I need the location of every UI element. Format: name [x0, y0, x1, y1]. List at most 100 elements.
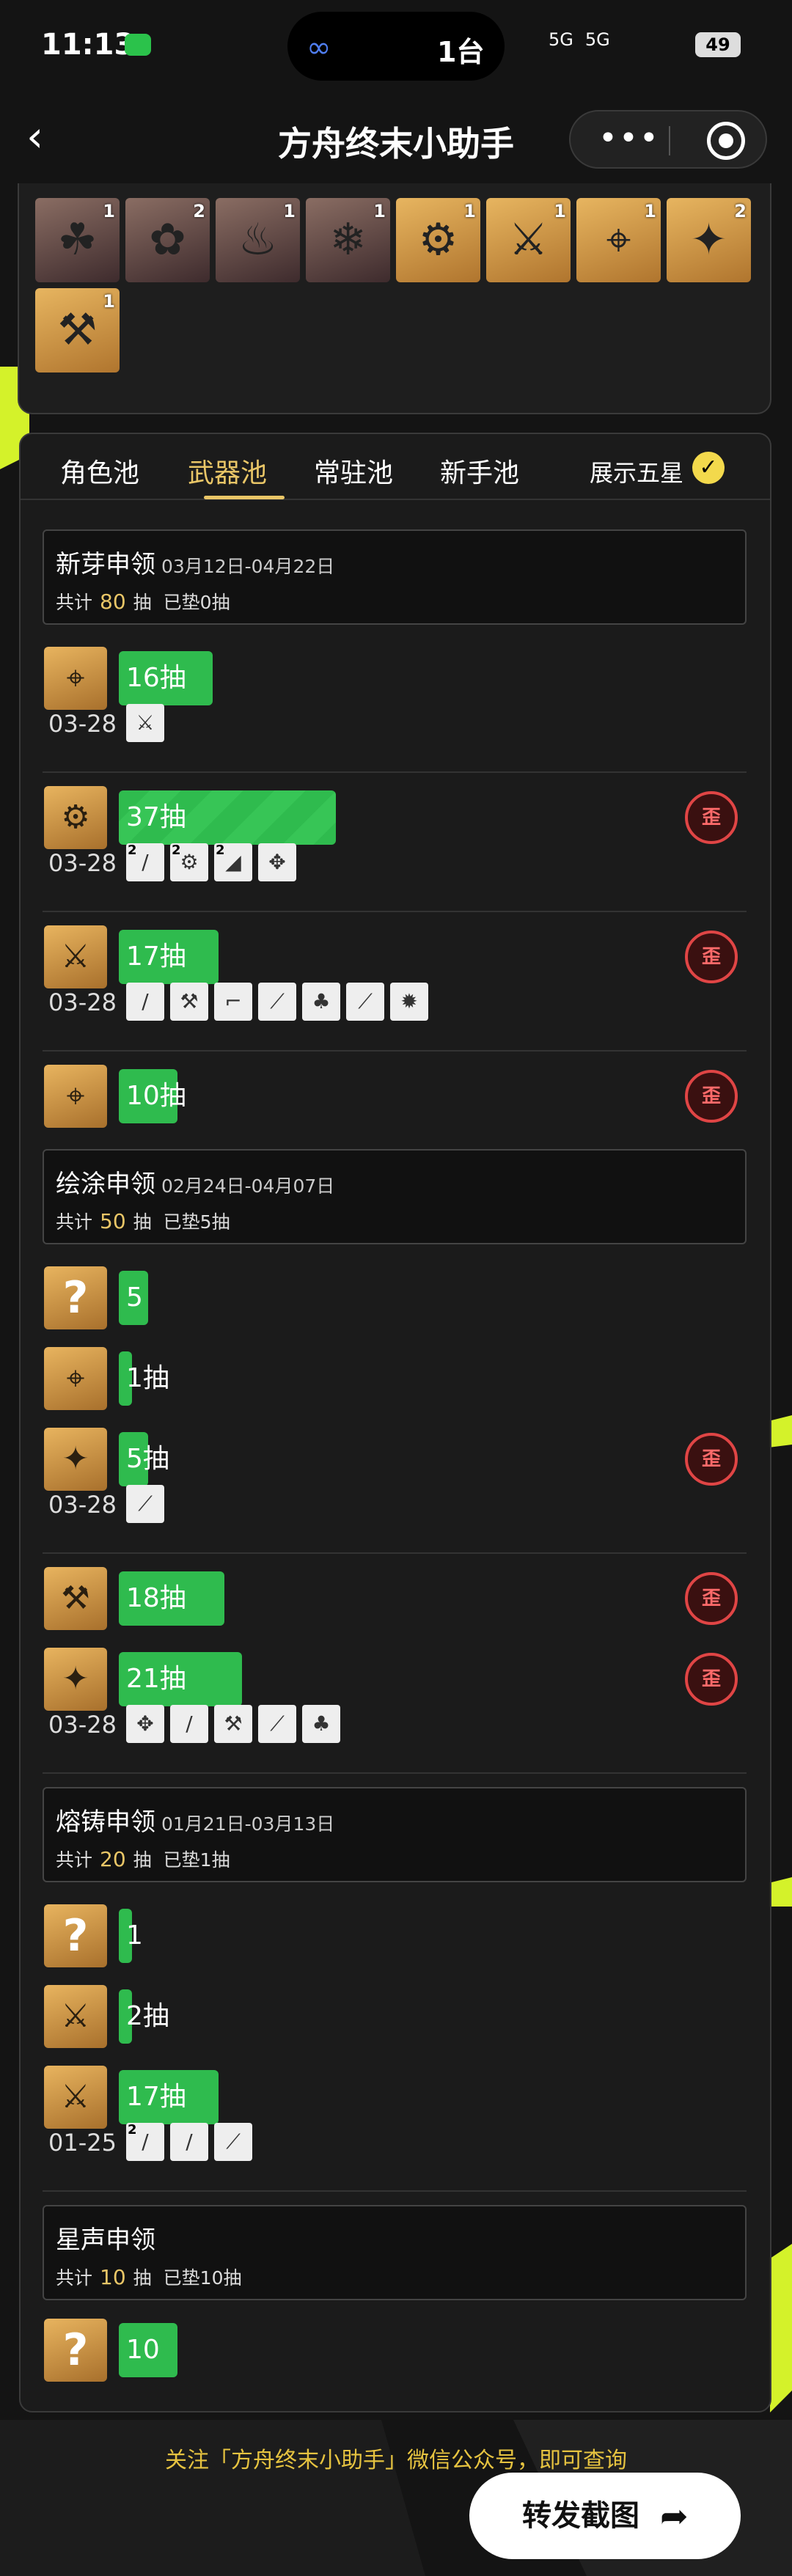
banner-stats: 共计 80 抽已垫0抽	[56, 588, 230, 614]
four-star-item-icon: /2	[126, 2123, 164, 2161]
weapon-icon[interactable]: ⚔	[44, 925, 107, 988]
mini-glyph: ✹	[400, 989, 418, 1013]
four-star-item-icon: ⚔	[126, 704, 164, 742]
off-banner-badge: 歪	[685, 1070, 738, 1123]
unknown-item-icon[interactable]: ?	[44, 1266, 107, 1329]
footer-note: 关注「方舟终末小助手」微信公众号，即可查询	[165, 2448, 627, 2473]
summary-tile[interactable]: ❄ 1	[306, 198, 390, 282]
weapon-icon[interactable]: ✦	[44, 1428, 107, 1491]
summary-tile[interactable]: ☘ 1	[35, 198, 120, 282]
pity-count: 已垫10抽	[163, 2267, 242, 2289]
summary-tile[interactable]: ✿ 2	[125, 198, 210, 282]
total-count: 50	[100, 1209, 126, 1233]
summary-tile[interactable]: ⚒ 1	[35, 288, 120, 373]
four-star-item-icon: ⟋	[258, 983, 296, 1021]
mini-glyph: /	[142, 2129, 149, 2154]
weapon-icon[interactable]: ⚔	[44, 2066, 107, 2129]
weapon-icon[interactable]: ⚒	[44, 1567, 107, 1630]
four-star-item-icon: /	[170, 2123, 208, 2161]
summary-tile[interactable]: ⌖ 1	[576, 198, 661, 282]
mini-glyph: ⟋	[270, 989, 285, 1013]
banner-stats: 共计 50 抽已垫5抽	[56, 1208, 230, 1234]
off-banner-badge: 歪	[685, 1653, 738, 1706]
signal-icon-2: 5G	[584, 29, 610, 50]
banner-title: 新芽申领	[56, 550, 155, 579]
tab-standard[interactable]: 常驻池	[314, 452, 393, 490]
total-count: 20	[100, 1847, 126, 1871]
tile-count: 1	[103, 201, 115, 221]
mini-glyph: ✥	[136, 1711, 154, 1736]
mini-count: 2	[128, 843, 137, 858]
five-star-summary: ☘ 1 ✿ 2 ♨ 1 ❄ 1 ⚙ 1 ⚔ 1 ⌖ 1 ✦ 2 ⚒ 1	[18, 183, 771, 414]
pull-count-bar: 5	[119, 1271, 148, 1325]
four-star-item-icon: ⚙ 2	[170, 843, 208, 881]
total-prefix: 共计	[56, 1211, 93, 1233]
pull-count-bar: 1	[119, 1909, 143, 1963]
four-star-items: / ⚒ ⌐ ⟋ ♣ ⟋ ✹	[126, 983, 428, 1021]
row-divider	[43, 771, 747, 773]
four-star-items: ⟋	[126, 1485, 164, 1523]
row-divider	[43, 1552, 747, 1554]
mini-glyph: ⟋	[138, 1491, 153, 1516]
total-suffix: 抽	[133, 1849, 152, 1871]
mini-glyph: ⚒	[180, 989, 199, 1013]
tile-count: 1	[463, 201, 476, 221]
four-star-item-icon: ⟋	[214, 2123, 252, 2161]
record-card: 角色池 武器池 常驻池 新手池 展示五星 ✓ 新芽申领 03月12日-04月22日…	[19, 433, 771, 2412]
banner-date: 02月24日-04月07日	[161, 1175, 335, 1197]
mini-glyph: ◢	[225, 850, 241, 874]
pull-date: 03-28	[48, 1711, 117, 1739]
pool-tabs: 角色池 武器池 常驻池 新手池 展示五星 ✓	[21, 434, 770, 500]
mini-program-capsule: •••	[569, 110, 767, 169]
tab-beginner[interactable]: 新手池	[440, 452, 519, 490]
four-star-item-icon: ⌐	[214, 983, 252, 1021]
summary-tile[interactable]: ✦ 2	[667, 198, 751, 282]
pull-count-bar: 10	[119, 2323, 177, 2377]
island-label: 1台	[437, 36, 485, 68]
mini-glyph: ✥	[268, 850, 286, 874]
share-screenshot-button[interactable]: 转发截图	[469, 2473, 741, 2559]
nav-bar: ‹ 方舟终末小助手 •••	[0, 95, 792, 183]
close-target-icon[interactable]	[707, 122, 745, 160]
battery-icon: 49	[695, 32, 741, 57]
total-suffix: 抽	[133, 1211, 152, 1233]
weapon-icon[interactable]: ⌖	[44, 1347, 107, 1410]
mini-glyph: ⚔	[136, 711, 155, 735]
clock: 11:13	[41, 28, 135, 62]
four-star-items: ⚔	[126, 704, 164, 742]
summary-tile[interactable]: ♨ 1	[216, 198, 300, 282]
mini-glyph: ♣	[312, 1711, 331, 1736]
off-banner-badge: 歪	[685, 791, 738, 844]
mini-count: 2	[216, 843, 225, 858]
weapon-icon[interactable]: ⚙	[44, 786, 107, 849]
banner-title: 星声申领	[56, 2225, 155, 2255]
four-star-item-icon: /2	[126, 843, 164, 881]
off-banner-badge: 歪	[685, 1572, 738, 1625]
tab-weapon[interactable]: 武器池	[188, 452, 267, 490]
pull-date: 03-28	[48, 849, 117, 877]
unknown-item-icon[interactable]: ?	[44, 2319, 107, 2382]
tab-indicator	[204, 496, 285, 499]
tile-count: 1	[554, 201, 566, 221]
mini-glyph: ⚒	[224, 1711, 243, 1736]
pull-count-bar: 5抽	[119, 1432, 169, 1486]
weapon-icon[interactable]: ⚔	[44, 1985, 107, 2048]
show-five-star-label[interactable]: 展示五星	[590, 455, 683, 488]
mini-glyph: /	[142, 850, 149, 874]
weapon-icon[interactable]: ⌖	[44, 1065, 107, 1128]
summary-tile[interactable]: ⚙ 1	[396, 198, 480, 282]
unknown-item-icon[interactable]: ?	[44, 1904, 107, 1967]
weapon-icon[interactable]: ⌖	[44, 647, 107, 710]
four-star-item-icon: ⚒	[170, 983, 208, 1021]
banner-name: 绘涂申领 02月24日-04月07日	[56, 1164, 334, 1200]
more-icon[interactable]: •••	[598, 120, 660, 157]
summary-tile[interactable]: ⚔ 1	[486, 198, 571, 282]
four-star-items: /2/⟋	[126, 2123, 252, 2161]
check-icon[interactable]: ✓	[692, 452, 725, 484]
weapon-icon[interactable]: ✦	[44, 1648, 107, 1711]
four-star-item-icon: /	[126, 983, 164, 1021]
mini-glyph: ⟋	[270, 1711, 285, 1736]
four-star-items: ✥ / ⚒ ⟋ ♣	[126, 1705, 340, 1743]
tile-count: 2	[193, 201, 205, 221]
tab-character[interactable]: 角色池	[60, 452, 139, 490]
